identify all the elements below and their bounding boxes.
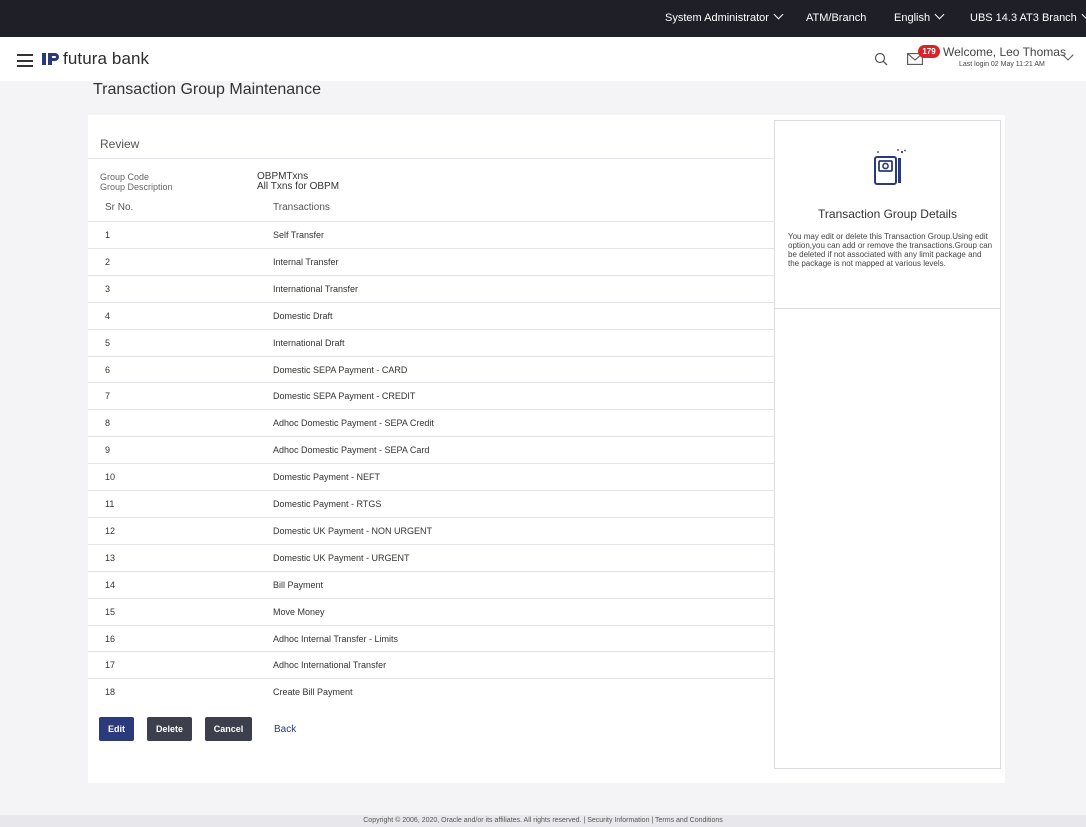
transaction-cell: Domestic UK Payment - URGENT (273, 552, 410, 563)
transaction-cell: Internal Transfer (273, 256, 339, 267)
transaction-cell: Adhoc International Transfer (273, 660, 387, 671)
review-title: Review (100, 137, 140, 151)
transaction-cell: Domestic SEPA Payment - CREDIT (273, 391, 416, 402)
side-panel-title: Transaction Group Details (818, 207, 957, 221)
sr-no-cell: 12 (105, 525, 116, 536)
table-row: 8 Adhoc Domestic Payment - SEPA Credit (88, 409, 775, 436)
delete-button[interactable]: Delete (147, 717, 192, 741)
column-header-transactions: Transactions (273, 202, 330, 213)
side-panel: Transaction Group Details You may edit o… (774, 120, 1001, 769)
transaction-cell: Adhoc Internal Transfer - Limits (273, 633, 399, 644)
sr-no-cell: 6 (105, 364, 111, 375)
sr-no-cell: 11 (105, 499, 115, 509)
page-title: Transaction Group Maintenance (93, 81, 321, 98)
transaction-cell: Domestic Payment - RTGS (273, 499, 382, 509)
search-icon[interactable] (874, 52, 888, 66)
sr-no-cell: 13 (105, 552, 116, 563)
sr-no-cell: 18 (105, 687, 116, 698)
header: futura bank 179 Welcome, Leo Thomas Last… (0, 37, 1086, 81)
last-login-text: Last login 02 May 11:21 AM (959, 61, 1045, 68)
transaction-cell: International Transfer (273, 283, 359, 294)
transaction-cell: International Draft (273, 337, 345, 348)
table-row: 13 Domestic UK Payment - URGENT (88, 543, 775, 571)
table-row: 4 Domestic Draft (88, 301, 775, 329)
transaction-cell: Domestic Payment - NEFT (273, 472, 381, 483)
language-dropdown[interactable]: English (894, 0, 945, 37)
atm-branch-link[interactable]: ATM/Branch (806, 0, 866, 37)
chevron-down-icon (934, 9, 945, 20)
chevron-down-icon (1081, 9, 1086, 20)
table-row: 16 Adhoc Internal Transfer - Limits (88, 624, 775, 652)
group-description-label: Group Description (100, 182, 173, 192)
logo-text: futura bank (63, 49, 150, 68)
edit-button[interactable]: Edit (99, 717, 134, 741)
column-header-sr-no: Sr No. (105, 202, 134, 213)
table-row: 10 Domestic Payment - NEFT (88, 463, 775, 490)
sr-no-cell: 4 (105, 310, 111, 321)
sr-no-cell: 15 (105, 606, 116, 617)
transaction-group-icon (874, 149, 906, 185)
branch-label: UBS 14.3 AT3 Branch (970, 12, 1077, 24)
cancel-button[interactable]: Cancel (205, 717, 252, 741)
role-dropdown[interactable]: System Administrator (665, 0, 784, 37)
transaction-cell: Create Bill Payment (273, 687, 353, 698)
sr-no-cell: 9 (105, 445, 111, 456)
top-bar: System Administrator ATM/Branch English … (0, 0, 1086, 37)
sr-no-cell: 16 (105, 633, 116, 644)
chevron-down-icon (773, 9, 784, 20)
table-row: 3 International Transfer (88, 274, 775, 302)
sr-no-cell: 10 (105, 472, 116, 483)
transaction-cell: Domestic Draft (273, 310, 333, 321)
language-label: English (894, 12, 931, 24)
footer: Copyright © 2006, 2020, Oracle and/or it… (0, 815, 1086, 827)
futura-logo-icon (42, 53, 59, 65)
transaction-cell: Domestic SEPA Payment - CARD (273, 364, 408, 375)
sr-no-cell: 3 (105, 283, 111, 294)
transaction-cell: Move Money (273, 606, 325, 617)
side-panel-description: You may edit or delete this Transaction … (788, 232, 993, 268)
table-row: 5 International Draft (88, 328, 775, 356)
table-row: 7 Domestic SEPA Payment - CREDIT (88, 382, 775, 409)
group-description-value: All Txns for OBPM (257, 181, 340, 192)
notification-badge[interactable]: 179 (918, 45, 940, 58)
transaction-cell: Adhoc Domestic Payment - SEPA Card (273, 445, 430, 456)
logo[interactable]: futura bank (41, 48, 149, 70)
transaction-cell: Adhoc Domestic Payment - SEPA Credit (273, 418, 434, 429)
table-row: 11 Domestic Payment - RTGS (88, 490, 775, 517)
transaction-cell: Bill Payment (273, 579, 324, 590)
role-label: System Administrator (665, 12, 769, 24)
table-row: 15 Move Money (88, 597, 775, 625)
welcome-text[interactable]: Welcome, Leo Thomas (943, 45, 1066, 59)
table-row: 18 Create Bill Payment (88, 678, 775, 705)
sr-no-cell: 1 (105, 230, 111, 240)
divider (775, 308, 1000, 309)
table-row: 14 Bill Payment (88, 570, 775, 598)
table-row: 9 Adhoc Domestic Payment - SEPA Card (88, 436, 775, 463)
table-row: 12 Domestic UK Payment - NON URGENT (88, 516, 775, 544)
sr-no-cell: 7 (105, 391, 111, 402)
back-link[interactable]: Back (274, 724, 296, 735)
branch-dropdown[interactable]: UBS 14.3 AT3 Branch (970, 0, 1086, 37)
table-row: 2 Internal Transfer (88, 247, 775, 275)
table-row: 17 Adhoc International Transfer (88, 651, 775, 678)
sr-no-cell: 5 (105, 337, 111, 348)
sr-no-cell: 2 (105, 256, 111, 267)
sr-no-cell: 14 (105, 579, 116, 590)
sr-no-cell: 8 (105, 418, 111, 429)
table-row: 1 Self Transfer (88, 221, 775, 248)
group-code-label: Group Code (100, 172, 150, 182)
transaction-cell: Domestic UK Payment - NON URGENT (273, 525, 433, 536)
divider (88, 158, 775, 159)
menu-icon[interactable] (17, 54, 33, 67)
table-row: 6 Domestic SEPA Payment - CARD (88, 355, 775, 383)
transaction-cell: Self Transfer (273, 230, 325, 240)
sr-no-cell: 17 (105, 660, 116, 671)
